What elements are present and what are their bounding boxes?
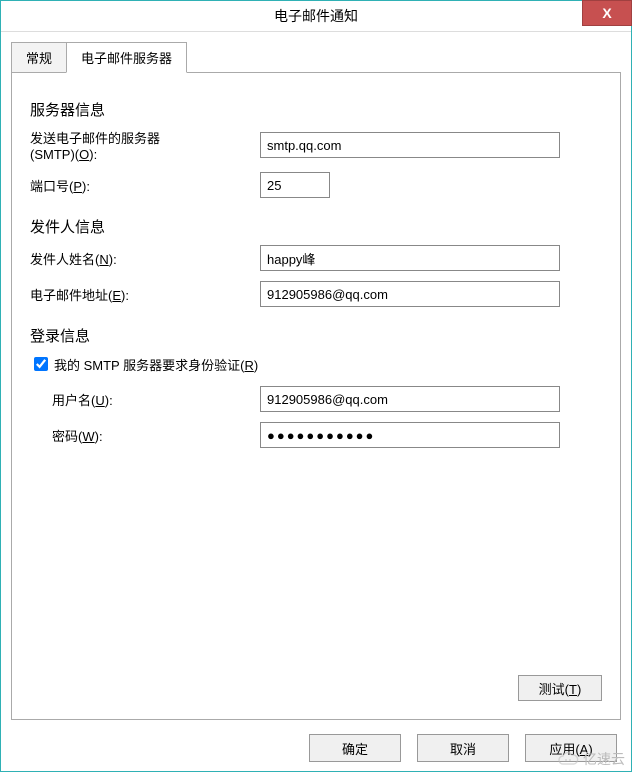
auth-checkbox[interactable] — [34, 357, 48, 371]
cancel-button[interactable]: 取消 — [417, 734, 509, 762]
row-sender-email: 电子邮件地址(E): — [30, 281, 602, 307]
tab-strip: 常规 电子邮件服务器 — [11, 42, 621, 73]
smtp-input-col — [260, 132, 602, 158]
sender-email-input[interactable] — [260, 281, 560, 307]
footer-buttons: 确定 取消 应用(A) — [309, 734, 617, 762]
dialog-title: 电子邮件通知 — [274, 6, 358, 26]
dialog-window: 电子邮件通知 X 常规 电子邮件服务器 服务器信息 发送电子邮件的服务器 (SM… — [0, 0, 632, 772]
apply-button[interactable]: 应用(A) — [525, 734, 617, 762]
smtp-input[interactable] — [260, 132, 560, 158]
port-label: 端口号(P): — [30, 176, 260, 195]
tab-general-label: 常规 — [26, 51, 52, 66]
titlebar: 电子邮件通知 X — [1, 1, 631, 32]
tab-mail-server-label: 电子邮件服务器 — [81, 51, 172, 66]
row-smtp: 发送电子邮件的服务器 (SMTP)(O): — [30, 128, 602, 162]
sender-email-label: 电子邮件地址(E): — [30, 285, 260, 304]
tab-general[interactable]: 常规 — [11, 42, 67, 73]
password-label: 密码(W): — [30, 426, 260, 445]
row-username: 用户名(U): — [30, 386, 602, 412]
row-password: 密码(W): — [30, 422, 602, 448]
username-input-col — [260, 386, 602, 412]
tab-panel-mail-server: 服务器信息 发送电子邮件的服务器 (SMTP)(O): 端口号(P): — [11, 72, 621, 720]
username-label: 用户名(U): — [30, 390, 260, 409]
section-server-info: 服务器信息 — [30, 99, 602, 120]
port-input-col — [260, 172, 602, 198]
close-icon: X — [602, 5, 611, 21]
sender-name-input-col — [260, 245, 602, 271]
row-sender-name: 发件人姓名(N): — [30, 245, 602, 271]
section-sender-info: 发件人信息 — [30, 216, 602, 237]
sender-name-input[interactable] — [260, 245, 560, 271]
sender-email-input-col — [260, 281, 602, 307]
row-auth-checkbox: 我的 SMTP 服务器要求身份验证(R) — [30, 354, 602, 374]
row-port: 端口号(P): — [30, 172, 602, 198]
auth-checkbox-label: 我的 SMTP 服务器要求身份验证(R) — [54, 355, 258, 374]
smtp-label: 发送电子邮件的服务器 (SMTP)(O): — [30, 128, 260, 162]
test-button[interactable]: 测试(T) — [518, 675, 602, 701]
sender-name-label: 发件人姓名(N): — [30, 249, 260, 268]
username-input[interactable] — [260, 386, 560, 412]
section-login-info: 登录信息 — [30, 325, 602, 346]
ok-button[interactable]: 确定 — [309, 734, 401, 762]
password-input[interactable] — [260, 422, 560, 448]
password-input-col — [260, 422, 602, 448]
tab-mail-server[interactable]: 电子邮件服务器 — [66, 42, 187, 73]
close-button[interactable]: X — [582, 0, 632, 26]
client-area: 常规 电子邮件服务器 服务器信息 发送电子邮件的服务器 (SMTP)(O): — [1, 32, 631, 772]
port-input[interactable] — [260, 172, 330, 198]
test-button-wrap: 测试(T) — [518, 675, 602, 701]
